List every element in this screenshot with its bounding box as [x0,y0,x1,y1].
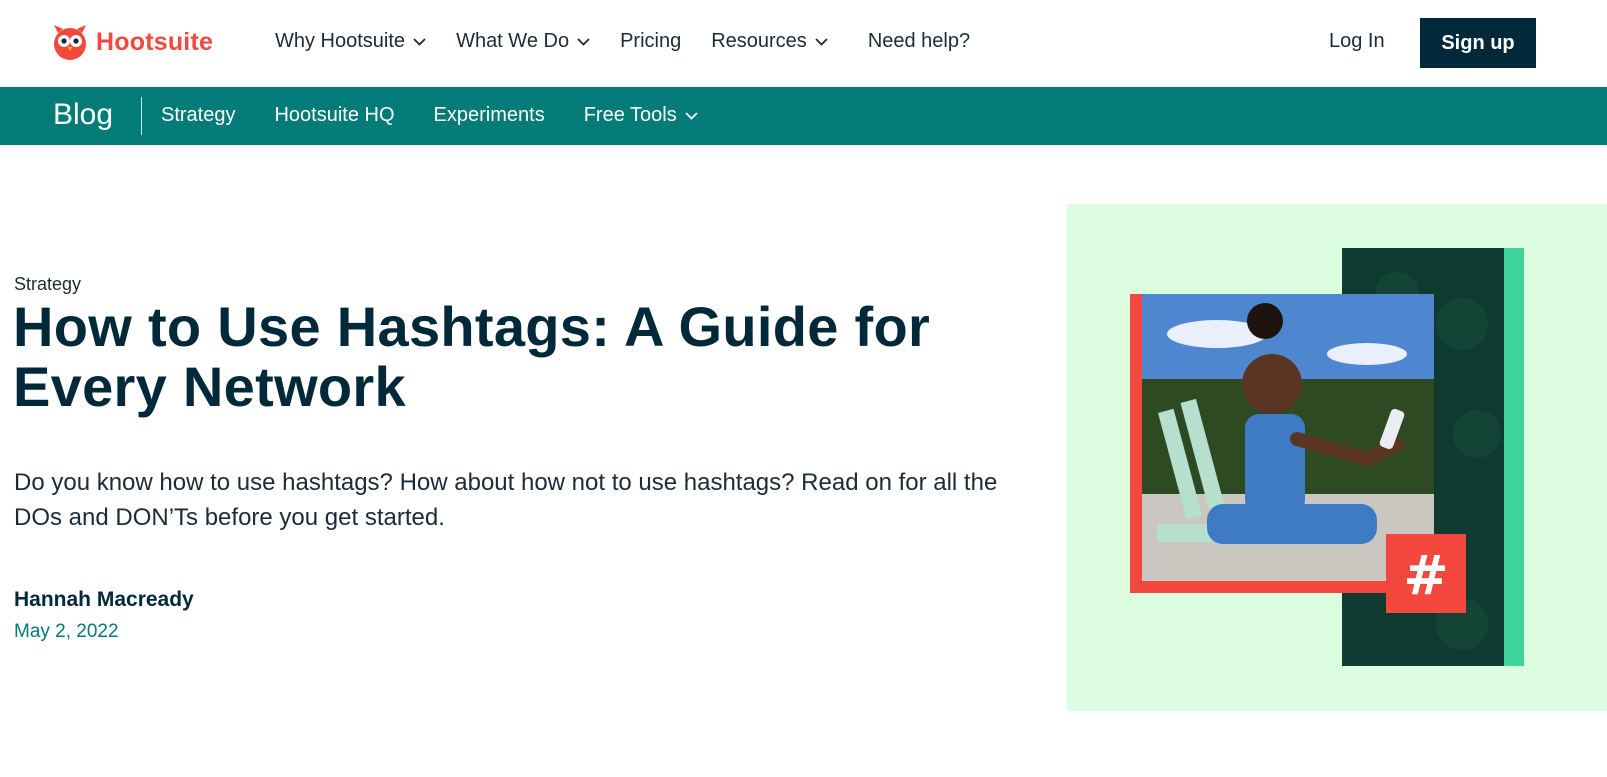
nav-item-pricing[interactable]: Pricing [620,30,681,53]
article-summary: Do you know how to use hashtags? How abo… [14,469,998,531]
article-date: May 2, 2022 [14,621,119,642]
login-link[interactable]: Log In [1329,30,1385,53]
blog-navigation: Blog Strategy Hootsuite HQ Experiments F… [0,87,1607,145]
divider [141,97,142,135]
chevron-down-icon [413,37,426,46]
nav-item-label: Resources [711,30,807,52]
blog-nav-free-tools[interactable]: Free Tools [584,104,698,127]
top-navigation: Hootsuite Why Hootsuite What We Do Prici… [0,0,1607,87]
article-author-link[interactable]: Hannah Macready [14,588,194,612]
article-category-link[interactable]: Strategy [14,274,81,295]
hashtag-badge: # [1403,544,1448,607]
signup-button[interactable]: Sign up [1420,18,1536,68]
nav-item-resources[interactable]: Resources [711,30,828,53]
chevron-down-icon [685,111,698,120]
chevron-down-icon [815,37,828,46]
nav-item-label: Pricing [620,30,682,52]
chevron-down-icon [577,37,590,46]
hootsuite-logo[interactable]: Hootsuite [52,22,213,62]
nav-item-what-we-do[interactable]: What We Do [456,30,590,53]
blog-nav-links: Strategy Hootsuite HQ Experiments Free T… [161,104,737,127]
nav-item-label: Why Hootsuite [275,30,406,52]
blog-home-link[interactable]: Blog [53,98,113,132]
blog-nav-label: Free Tools [583,104,677,126]
nav-item-label: What We Do [456,30,570,52]
blog-nav-experiments[interactable]: Experiments [434,104,545,127]
hero-illustration: # [1067,204,1607,711]
logo-wordmark: Hootsuite [96,27,214,56]
nav-item-label: Need help? [867,30,971,52]
nav-item-need-help[interactable]: Need help? [868,30,970,53]
blog-nav-hootsuite-hq[interactable]: Hootsuite HQ [274,104,394,127]
primary-nav: Why Hootsuite What We Do Pricing Resourc… [275,30,1000,53]
blog-nav-strategy[interactable]: Strategy [161,104,235,127]
owl-logo-icon [54,25,86,60]
article-title: How to Use Hashtags: A Guide for Every N… [13,295,931,418]
nav-item-why-hootsuite[interactable]: Why Hootsuite [275,30,426,53]
hero-image: # [1067,204,1607,711]
